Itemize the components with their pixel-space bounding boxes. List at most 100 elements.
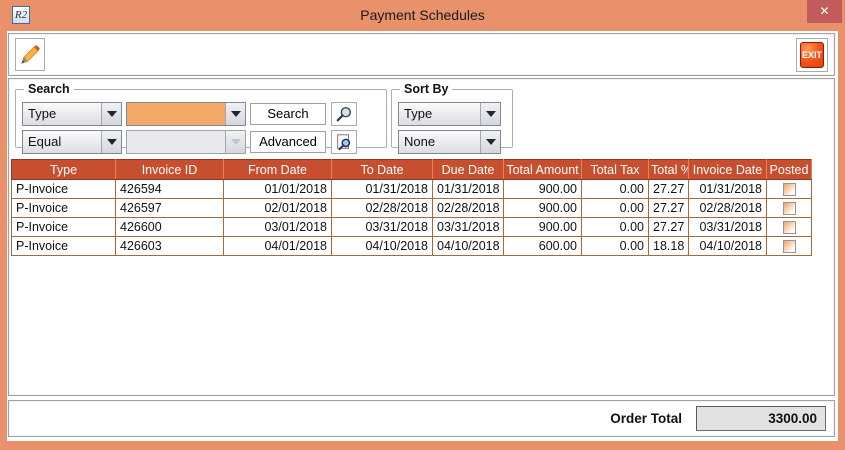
posted-checkbox[interactable] <box>783 183 796 196</box>
pencil-icon <box>19 44 41 66</box>
sortby-legend: Sort By <box>400 82 452 96</box>
cell-invoice_date: 03/31/2018 <box>689 218 767 237</box>
cell-invoice_id: 426600 <box>116 218 224 237</box>
posted-checkbox[interactable] <box>783 202 796 215</box>
cell-posted <box>767 237 812 256</box>
cell-type: P-Invoice <box>12 199 116 218</box>
sortby-primary-value: Type <box>399 103 480 125</box>
cell-total_tax: 0.00 <box>582 218 649 237</box>
table-row[interactable]: P-Invoice42660304/01/201804/10/201804/10… <box>12 237 812 256</box>
table-header-row: TypeInvoice IDFrom DateTo DateDue DateTo… <box>12 160 812 180</box>
cell-from_date: 03/01/2018 <box>224 218 332 237</box>
column-header[interactable]: Invoice Date <box>689 160 767 180</box>
schedule-table-body: P-Invoice42659401/01/201801/31/201801/31… <box>12 180 812 256</box>
column-header[interactable]: Total Tax <box>582 160 649 180</box>
search-groupbox: Search Type Search Equal Advanced <box>15 82 387 148</box>
cell-due_date: 03/31/2018 <box>433 218 504 237</box>
payment-schedules-window: { "window": { "title": "Payment Schedule… <box>0 0 845 450</box>
table-row[interactable]: P-Invoice42660003/01/201803/31/201803/31… <box>12 218 812 237</box>
posted-checkbox[interactable] <box>783 240 796 253</box>
search-value2-input <box>126 130 246 154</box>
cell-type: P-Invoice <box>12 237 116 256</box>
cell-total_tax: 0.00 <box>582 199 649 218</box>
cell-invoice_date: 02/28/2018 <box>689 199 767 218</box>
cell-total_pct: 27.27 <box>649 180 689 199</box>
column-header[interactable]: To Date <box>332 160 433 180</box>
column-header[interactable]: Invoice ID <box>116 160 224 180</box>
column-header[interactable]: Posted <box>767 160 812 180</box>
sortby-primary-combo[interactable]: Type <box>398 102 501 126</box>
chevron-down-icon[interactable] <box>480 131 500 153</box>
search-field-combo-value: Type <box>23 103 101 125</box>
chevron-down-icon[interactable] <box>480 103 500 125</box>
cell-total_amount: 600.00 <box>504 237 582 256</box>
chevron-down-icon <box>225 131 245 153</box>
table-row[interactable]: P-Invoice42659401/01/201801/31/201801/31… <box>12 180 812 199</box>
cell-type: P-Invoice <box>12 180 116 199</box>
cell-to_date: 02/28/2018 <box>332 199 433 218</box>
search-value-input[interactable] <box>126 102 246 126</box>
magnifier-icon <box>335 105 353 123</box>
search-operator-value: Equal <box>23 131 101 153</box>
order-total-label: Order Total <box>610 411 682 426</box>
search-legend: Search <box>24 82 74 96</box>
cell-due_date: 02/28/2018 <box>433 199 504 218</box>
advanced-button[interactable]: Advanced <box>250 131 326 153</box>
cell-invoice_id: 426597 <box>116 199 224 218</box>
window-title: Payment Schedules <box>0 0 845 30</box>
cell-total_tax: 0.00 <box>582 180 649 199</box>
order-total-field: 3300.00 <box>696 406 826 431</box>
search-value-text <box>127 103 225 125</box>
cell-posted <box>767 199 812 218</box>
column-header[interactable]: From Date <box>224 160 332 180</box>
search-value2-text <box>127 131 225 153</box>
payment-schedules-table: TypeInvoice IDFrom DateTo DateDue DateTo… <box>11 159 812 256</box>
close-icon: ✕ <box>819 4 829 18</box>
chevron-down-icon[interactable] <box>101 103 121 125</box>
footer-panel: Order Total 3300.00 <box>8 400 835 437</box>
main-panel: Search Type Search Equal Advanced <box>8 78 835 396</box>
advanced-search-icon-button[interactable] <box>331 130 357 154</box>
cell-from_date: 01/01/2018 <box>224 180 332 199</box>
cell-due_date: 01/31/2018 <box>433 180 504 199</box>
document-magnifier-icon <box>335 133 353 151</box>
cell-posted <box>767 218 812 237</box>
table-row[interactable]: P-Invoice42659702/01/201802/28/201802/28… <box>12 199 812 218</box>
search-operator-combo[interactable]: Equal <box>22 130 122 154</box>
cell-total_pct: 27.27 <box>649 218 689 237</box>
cell-invoice_id: 426594 <box>116 180 224 199</box>
cell-type: P-Invoice <box>12 218 116 237</box>
cell-invoice_date: 01/31/2018 <box>689 180 767 199</box>
column-header[interactable]: Total % <box>649 160 689 180</box>
cell-total_amount: 900.00 <box>504 199 582 218</box>
exit-icon: EXIT <box>800 42 824 68</box>
cell-total_pct: 27.27 <box>649 199 689 218</box>
column-header[interactable]: Total Amount <box>504 160 582 180</box>
cell-to_date: 01/31/2018 <box>332 180 433 199</box>
sortby-secondary-combo[interactable]: None <box>398 130 501 154</box>
cell-from_date: 02/01/2018 <box>224 199 332 218</box>
cell-total_tax: 0.00 <box>582 237 649 256</box>
cell-to_date: 03/31/2018 <box>332 218 433 237</box>
sortby-secondary-value: None <box>399 131 480 153</box>
cell-to_date: 04/10/2018 <box>332 237 433 256</box>
cell-from_date: 04/01/2018 <box>224 237 332 256</box>
cell-invoice_date: 04/10/2018 <box>689 237 767 256</box>
posted-checkbox[interactable] <box>783 221 796 234</box>
column-header[interactable]: Type <box>12 160 116 180</box>
edit-button[interactable] <box>15 38 45 71</box>
close-button[interactable]: ✕ <box>807 0 842 23</box>
search-button[interactable]: Search <box>250 103 326 125</box>
column-header[interactable]: Due Date <box>433 160 504 180</box>
titlebar: R2 Payment Schedules ✕ <box>0 0 845 30</box>
cell-total_amount: 900.00 <box>504 180 582 199</box>
chevron-down-icon[interactable] <box>101 131 121 153</box>
exit-button[interactable]: EXIT <box>796 38 828 72</box>
search-magnifier-button[interactable] <box>331 102 357 126</box>
chevron-down-icon[interactable] <box>225 103 245 125</box>
toolbar: EXIT <box>8 33 835 76</box>
cell-total_amount: 900.00 <box>504 218 582 237</box>
cell-due_date: 04/10/2018 <box>433 237 504 256</box>
search-field-combo[interactable]: Type <box>22 102 122 126</box>
cell-invoice_id: 426603 <box>116 237 224 256</box>
